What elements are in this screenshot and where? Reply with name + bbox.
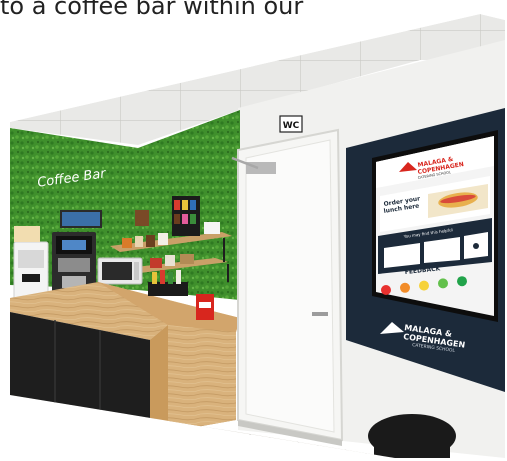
feedback-rating-3[interactable]: [419, 280, 429, 291]
feedback-rating-1[interactable]: [381, 285, 391, 295]
location-pin-icon: [473, 243, 479, 249]
door-handle[interactable]: [312, 312, 328, 316]
feedback-rating-4[interactable]: [438, 278, 448, 289]
napkin-box: [204, 222, 220, 234]
coffee-bar-photo: Coffee Bar WC MALAGA & COPENHAGEN CATERI…: [10, 14, 505, 458]
cup-stack: [14, 226, 40, 242]
feedback-rating-5[interactable]: [457, 276, 467, 287]
condiment-tray: [148, 282, 188, 296]
feedback-rating-2[interactable]: [400, 282, 410, 293]
wc-sign-text: WC: [283, 121, 300, 131]
wooden-crate: [135, 210, 149, 226]
menu-sign-screen: [62, 212, 100, 226]
